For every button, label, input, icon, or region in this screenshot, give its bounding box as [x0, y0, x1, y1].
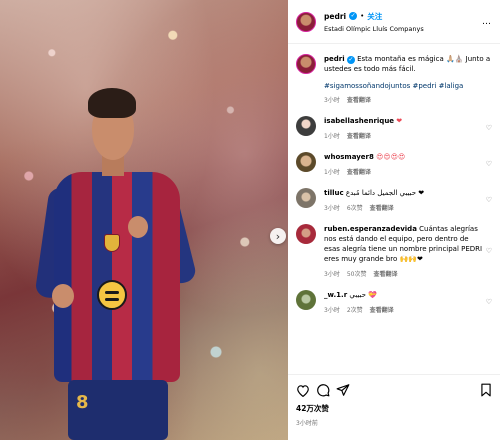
commenter-avatar[interactable]	[296, 224, 316, 244]
comment-text-block: tilluc حبيبي الجميل دائما مُبدع ❤	[324, 188, 486, 198]
caption-text-block: pedri ✓ Esta montaña es mágica 🙏🏼⛪ Junto…	[324, 54, 492, 74]
player-right-hand	[128, 216, 148, 238]
jersey-sponsor-logo	[97, 280, 127, 310]
caption-username[interactable]: pedri	[324, 55, 345, 63]
comment-text: حبيبي 💝	[349, 291, 377, 299]
post-timestamp[interactable]: 3小时前	[296, 418, 492, 427]
comment-text-block: whosmayer8 😍😍😍😍	[324, 152, 486, 162]
comment-time[interactable]: 3小时	[324, 203, 340, 212]
player-jersey	[54, 172, 180, 382]
comment-time[interactable]: 1小时	[324, 167, 340, 176]
club-crest	[104, 234, 120, 252]
caption-author-avatar[interactable]	[296, 54, 316, 74]
like-heart-icon[interactable]	[296, 384, 310, 397]
see-translation-link[interactable]: 查看翻译	[347, 131, 371, 140]
player-figure: 8	[34, 88, 200, 440]
comment-like-heart-icon[interactable]: ♡	[486, 160, 492, 168]
caption-hashtags[interactable]: #sigamossoñandojuntos #pedri #laliga	[324, 82, 492, 90]
comment-body: isabellashenrique ❤ 1小时 查看翻译	[324, 116, 486, 140]
comment-like-heart-icon[interactable]: ♡	[486, 196, 492, 204]
next-image-button[interactable]: ›	[270, 228, 286, 244]
comment-time[interactable]: 3小时	[324, 305, 340, 314]
comment-text-block: isabellashenrique ❤	[324, 116, 486, 126]
post-location[interactable]: Estadi Olímpic Lluís Companys	[324, 25, 424, 33]
author-info: pedri ✓ • 关注 Estadi Olímpic Lluís Compan…	[324, 11, 424, 33]
author-username[interactable]: pedri	[324, 12, 346, 21]
comment-body: tilluc حبيبي الجميل دائما مُبدع ❤ 3小时 6次…	[324, 188, 486, 212]
comment-like-heart-icon[interactable]: ♡	[486, 247, 492, 255]
separator-dot: •	[360, 12, 365, 20]
commenter-avatar[interactable]	[296, 290, 316, 310]
comment-likes[interactable]: 6次赞	[347, 203, 363, 212]
comments-list[interactable]: pedri ✓ Esta montaña es mágica 🙏🏼⛪ Junto…	[288, 46, 500, 374]
comment-time[interactable]: 1小时	[324, 131, 340, 140]
post-header: pedri ✓ • 关注 Estadi Olímpic Lluís Compan…	[288, 0, 500, 44]
comment-likes[interactable]: 50次赞	[347, 269, 367, 278]
comment-text: حبيبي الجميل دائما مُبدع ❤	[345, 189, 425, 197]
player-left-hand	[52, 284, 74, 308]
caption-meta: 3小时 查看翻译	[324, 95, 492, 104]
caption-time[interactable]: 3小时	[324, 95, 340, 104]
see-translation-link[interactable]: 查看翻译	[373, 269, 397, 278]
comment-username[interactable]: isabellashenrique	[324, 117, 394, 125]
author-row: pedri ✓ • 关注	[324, 11, 424, 22]
caption-body: pedri ✓ Esta montaña es mágica 🙏🏼⛪ Junto…	[324, 54, 492, 104]
comment-username[interactable]: whosmayer8	[324, 153, 374, 161]
comment-like-heart-icon[interactable]: ♡	[486, 124, 492, 132]
comment-body: ruben.esperanzadevida Cuántas alegrías n…	[324, 224, 486, 278]
comment-body: _w.1.r حبيبي 💝 3小时 2次赞 查看翻译	[324, 290, 486, 314]
caption-entry: pedri ✓ Esta montaña es mágica 🙏🏼⛪ Junto…	[288, 46, 500, 104]
author-avatar[interactable]	[296, 11, 316, 32]
action-icons-row	[296, 383, 492, 397]
comment-like-heart-icon[interactable]: ♡	[486, 298, 492, 306]
see-translation-link[interactable]: 查看翻译	[370, 203, 394, 212]
likes-count[interactable]: 42万次赞	[296, 403, 492, 414]
comment-time[interactable]: 3小时	[324, 269, 340, 278]
comment-meta: 3小时 50次赞 查看翻译	[324, 269, 486, 278]
comment-item: _w.1.r حبيبي 💝 3小时 2次赞 查看翻译 ♡	[288, 278, 500, 314]
player-hair	[88, 88, 136, 118]
jersey-number: 8	[76, 392, 89, 413]
comment-meta: 3小时 2次赞 查看翻译	[324, 305, 486, 314]
comment-item: ruben.esperanzadevida Cuántas alegrías n…	[288, 212, 500, 278]
more-options-icon[interactable]: …	[482, 17, 492, 27]
commenter-avatar[interactable]	[296, 152, 316, 172]
comment-item: whosmayer8 😍😍😍😍 1小时 查看翻译 ♡	[288, 140, 500, 176]
comment-meta: 1小时 查看翻译	[324, 167, 486, 176]
see-translation-link[interactable]: 查看翻译	[370, 305, 394, 314]
comment-username[interactable]: ruben.esperanzadevida	[324, 225, 417, 233]
comment-text: 😍😍😍😍	[376, 153, 406, 161]
post-actions: 42万次赞 3小时前	[288, 374, 500, 427]
post-image[interactable]: 8 ›	[0, 0, 288, 440]
commenter-avatar[interactable]	[296, 188, 316, 208]
comment-item: tilluc حبيبي الجميل دائما مُبدع ❤ 3小时 6次…	[288, 176, 500, 212]
comment-meta: 1小时 查看翻译	[324, 131, 486, 140]
verified-badge-icon: ✓	[349, 12, 358, 20]
comment-username[interactable]: _w.1.r	[324, 291, 347, 299]
follow-button[interactable]: 关注	[367, 11, 382, 22]
post-side-panel: pedri ✓ • 关注 Estadi Olímpic Lluís Compan…	[288, 0, 500, 440]
see-translation-link[interactable]: 查看翻译	[347, 95, 371, 104]
comment-username[interactable]: tilluc	[324, 189, 344, 197]
chevron-right-icon: ›	[275, 229, 281, 243]
save-bookmark-icon[interactable]	[480, 383, 492, 397]
see-translation-link[interactable]: 查看翻译	[347, 167, 371, 176]
comment-text-block: _w.1.r حبيبي 💝	[324, 290, 486, 300]
share-paper-plane-icon[interactable]	[336, 383, 350, 397]
verified-badge-icon: ✓	[346, 56, 355, 64]
comment-bubble-icon[interactable]	[316, 383, 330, 397]
comment-meta: 3小时 6次赞 查看翻译	[324, 203, 486, 212]
commenter-avatar[interactable]	[296, 116, 316, 136]
comment-text: ❤	[396, 117, 403, 125]
comment-text-block: ruben.esperanzadevida Cuántas alegrías n…	[324, 224, 486, 264]
comment-item: isabellashenrique ❤ 1小时 查看翻译 ♡	[288, 104, 500, 140]
comment-likes[interactable]: 2次赞	[347, 305, 363, 314]
comment-body: whosmayer8 😍😍😍😍 1小时 查看翻译	[324, 152, 486, 176]
